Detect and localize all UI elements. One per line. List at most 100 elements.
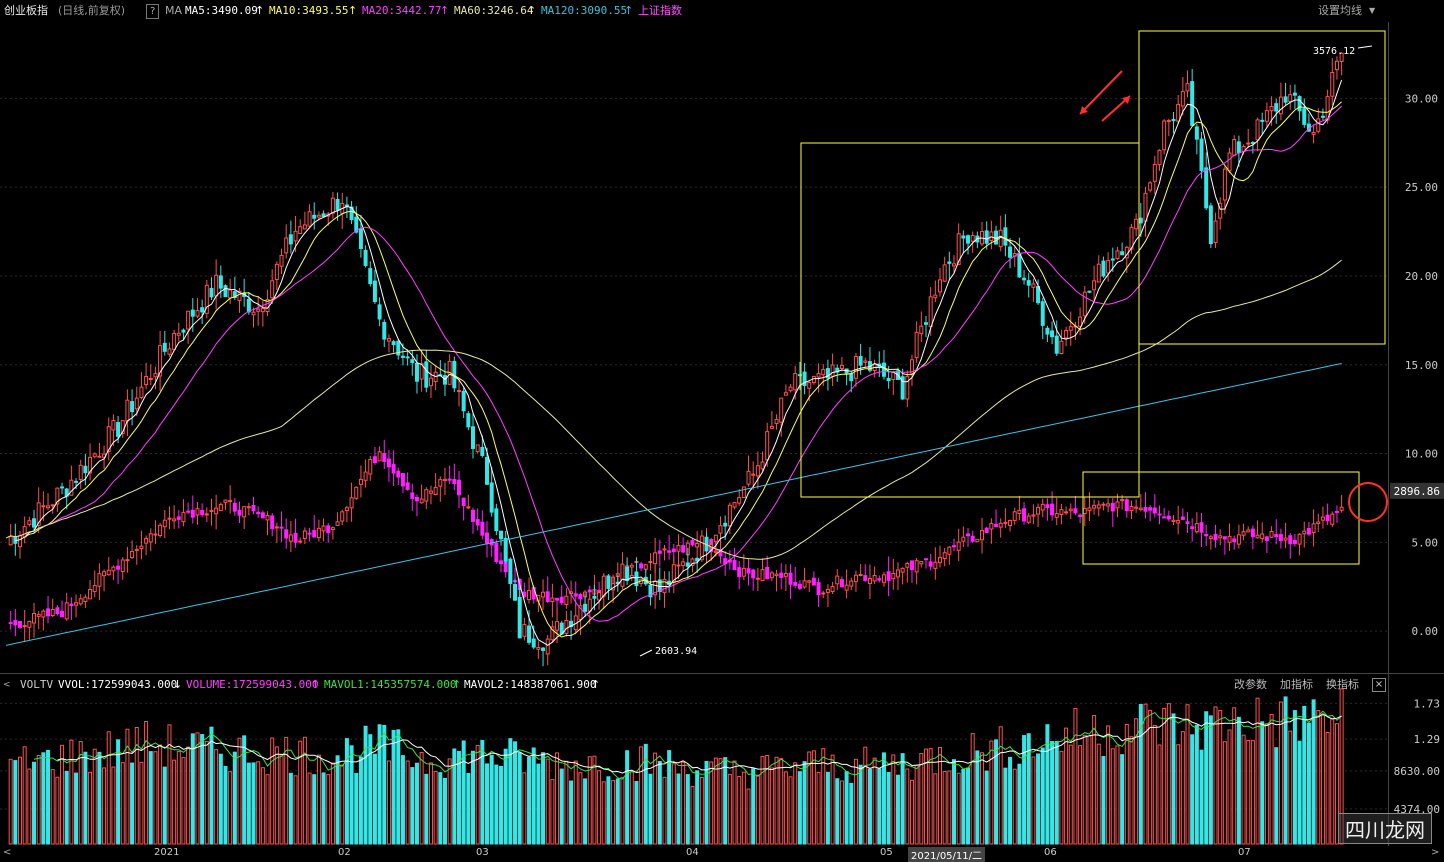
volume-bar: [877, 768, 882, 845]
chinext-candle: [713, 534, 718, 542]
scroll-right-icon[interactable]: >: [1431, 847, 1439, 858]
chinext-candle: [410, 359, 415, 364]
chinext-candle: [1316, 118, 1321, 132]
shindex-candle: [293, 532, 298, 543]
volume-bar: [1148, 709, 1153, 845]
chinext-candle: [587, 598, 592, 612]
chinext-candle: [209, 287, 214, 298]
shindex-candle: [1227, 535, 1232, 543]
chinext-candle: [597, 592, 602, 601]
chinext-candle: [938, 279, 942, 293]
current-price-label: 2896.86: [1394, 485, 1440, 498]
chinext-candle: [405, 356, 410, 359]
chinext-candle: [564, 619, 569, 634]
shindex-candle: [274, 526, 279, 529]
shindex-candle: [741, 567, 746, 577]
volume-bar: [783, 771, 788, 845]
compare-index[interactable]: 上证指数: [638, 0, 682, 22]
dropdown-icon[interactable]: ▼: [1369, 0, 1375, 22]
shindex-candle: [1068, 508, 1073, 512]
shindex-candle: [1334, 510, 1339, 513]
volume-bar: [1017, 763, 1022, 845]
volume-bar: [727, 773, 732, 845]
chinext-candle: [1045, 327, 1050, 335]
shindex-candle: [284, 529, 289, 539]
shindex-candle: [428, 490, 433, 494]
chinext-candle: [1026, 280, 1031, 286]
help-button[interactable]: ?: [146, 4, 160, 19]
chinext-candle: [1190, 81, 1195, 126]
shindex-candle: [162, 519, 167, 528]
shindex-candle: [1148, 507, 1153, 511]
volume-bar: [597, 770, 602, 845]
volume-bar: [363, 725, 368, 845]
volume-bar: [284, 736, 289, 845]
volume-bar: [246, 762, 251, 845]
shindex-candle: [172, 518, 177, 522]
chinext-candle: [779, 397, 784, 423]
volume-bar: [989, 740, 994, 845]
volume-bar: [195, 732, 200, 845]
volume-tick-label: 8630.00: [1394, 765, 1440, 778]
candlestick-chart[interactable]: 30.00 25.00 20.00 15.00 10.00 5.00 0.00 2896.86…: [0, 22, 1444, 674]
chinext-candle: [1171, 118, 1176, 122]
shindex-candle: [237, 509, 242, 516]
index-title[interactable]: 创业板指: [4, 0, 48, 22]
chinext-candle: [732, 502, 737, 508]
chinext-candle: [774, 418, 779, 424]
chinext-candle: [424, 361, 429, 388]
volume-bar: [802, 761, 807, 845]
ma60-value: MA60:3246.64: [454, 4, 534, 17]
volume-bar: [849, 782, 854, 845]
volume-bar: [629, 771, 634, 845]
settings-ma-button[interactable]: 设置均线: [1318, 0, 1362, 22]
x-tick: 02: [338, 847, 351, 858]
chinext-candle: [517, 596, 522, 639]
shindex-candle: [298, 540, 303, 543]
volume-bar: [265, 774, 270, 845]
chinext-candle: [625, 566, 630, 581]
shindex-candle: [671, 548, 676, 553]
shindex-candle: [242, 506, 247, 518]
volume-bar: [209, 726, 214, 845]
y-tick-label: 0.00: [1412, 625, 1439, 638]
volume-bar: [793, 762, 798, 845]
chinext-candle: [886, 377, 891, 382]
shindex-candle: [821, 592, 826, 595]
scroll-left-icon[interactable]: <: [3, 847, 11, 858]
chinext-candle: [1101, 260, 1106, 277]
y-tick-label: 20.00: [1405, 270, 1438, 283]
chinext-candle: [92, 453, 97, 458]
chinext-candle: [223, 285, 228, 298]
shindex-candle: [676, 544, 681, 552]
volume-bar: [368, 734, 373, 845]
shindex-candle: [1316, 521, 1321, 525]
volume-chart[interactable]: 1.731.298630.004374.00: [0, 674, 1444, 846]
chinext-candle: [1003, 227, 1008, 246]
shindex-candle: [442, 478, 447, 482]
volume-bar: [372, 753, 377, 845]
volume-bar: [335, 755, 340, 845]
shindex-candle: [559, 596, 564, 604]
volume-bar: [760, 755, 765, 845]
chinext-candle: [1176, 103, 1181, 122]
volume-bar: [344, 738, 349, 845]
x-tick: 03: [476, 847, 489, 858]
volume-bar: [578, 772, 583, 845]
shindex-candle: [947, 546, 952, 555]
shindex-candle: [1031, 514, 1036, 517]
volume-bar: [952, 759, 957, 845]
chinext-candle: [172, 332, 177, 350]
chinext-candle: [167, 348, 172, 355]
shindex-candle: [125, 559, 130, 562]
volume-bar: [172, 759, 177, 845]
shindex-candle: [587, 589, 592, 593]
shindex-candle: [863, 575, 868, 581]
chinext-candle: [1269, 106, 1274, 112]
volume-bar: [919, 752, 924, 845]
volume-bar: [1096, 743, 1101, 845]
shindex-candle: [424, 489, 429, 502]
shindex-candle: [1218, 535, 1223, 539]
shindex-candle: [835, 575, 840, 585]
ma120-value: MA120:3090.55: [541, 4, 628, 17]
